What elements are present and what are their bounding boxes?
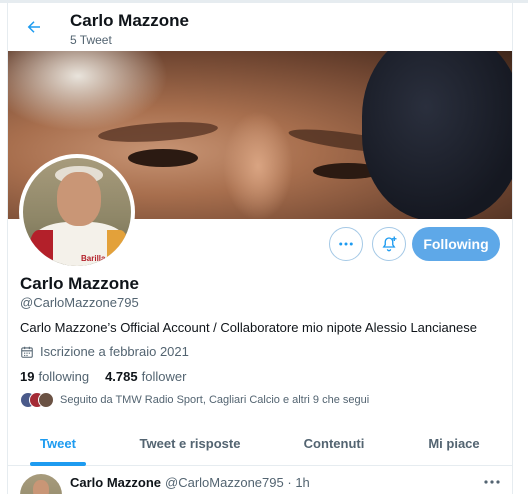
more-options-button[interactable]: [329, 227, 363, 261]
active-tab-indicator: [30, 462, 86, 466]
join-date-text: Iscrizione a febbraio 2021: [40, 344, 189, 359]
tweet-time[interactable]: 1h: [295, 475, 309, 490]
column-border-right: [512, 0, 513, 494]
tweet-header: Carlo Mazzone @CarloMazzone795 · 1h: [70, 475, 310, 490]
header-title: Carlo Mazzone: [70, 11, 190, 30]
header-tweet-count: 5 Tweet: [70, 33, 112, 47]
following-count: 19: [20, 369, 35, 384]
followers-count: 4.785: [105, 369, 138, 384]
notifications-button[interactable]: [372, 227, 406, 261]
mutual-avatars: [20, 392, 54, 408]
profile-bio: Carlo Mazzone’s Official Account / Colla…: [20, 320, 477, 335]
profile-header: Carlo Mazzone 5 Tweet: [8, 3, 512, 51]
followers-link[interactable]: 4.785 follower: [105, 369, 186, 384]
more-dots-icon: [339, 242, 353, 246]
avatar-shirt-sponsor: Barilla: [81, 254, 106, 263]
profile-name: Carlo Mazzone: [20, 274, 140, 293]
tab-tweet-e-risposte[interactable]: Tweet e risposte: [108, 420, 272, 466]
profile-handle: @CarloMazzone795: [20, 295, 139, 310]
tweet-author-name[interactable]: Carlo Mazzone: [70, 475, 161, 490]
followed-by[interactable]: Seguito da TMW Radio Sport, Cagliari Cal…: [20, 392, 369, 408]
followers-label: follower: [141, 369, 187, 384]
tweet-more-button[interactable]: [482, 474, 502, 490]
tab-label: Tweet: [40, 435, 76, 451]
follow-stats: 19 following 4.785 follower: [20, 369, 186, 384]
following-label: following: [38, 369, 90, 384]
bell-plus-icon: [382, 236, 397, 252]
tab-tweet[interactable]: Tweet: [8, 420, 108, 466]
following-link[interactable]: 19 following: [20, 369, 89, 384]
tweet-separator: ·: [287, 475, 292, 490]
tab-contenuti[interactable]: Contenuti: [272, 420, 396, 466]
tab-mi-piace[interactable]: Mi piace: [396, 420, 512, 466]
following-button[interactable]: Following: [412, 227, 500, 261]
join-date: Iscrizione a febbraio 2021: [20, 344, 189, 359]
profile-avatar[interactable]: Barilla: [19, 154, 135, 270]
back-button[interactable]: [20, 13, 48, 41]
profile-tabs: Tweet Tweet e risposte Contenuti Mi piac…: [8, 420, 512, 466]
calendar-icon: [21, 346, 33, 358]
tweet-avatar[interactable]: [20, 474, 62, 494]
arrow-left-icon: [27, 21, 40, 33]
tab-label: Mi piace: [428, 435, 480, 451]
tab-label: Tweet e risposte: [139, 435, 241, 451]
tab-label: Contenuti: [303, 435, 365, 451]
more-dots-icon: [484, 480, 500, 484]
followed-by-text: Seguito da TMW Radio Sport, Cagliari Cal…: [60, 394, 370, 406]
tweet-author-handle[interactable]: @CarloMazzone795: [165, 475, 284, 490]
